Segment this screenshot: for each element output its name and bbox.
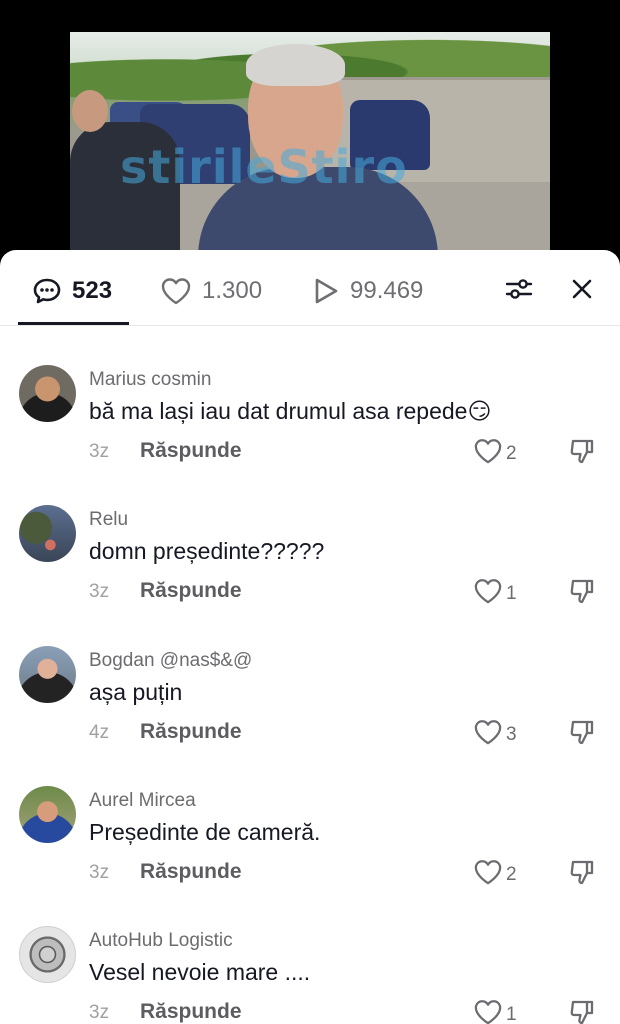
comment-text: așa puțin <box>89 679 183 705</box>
comment-text: Vesel nevoie mare .... <box>89 959 311 985</box>
reply-button[interactable]: Răspunde <box>140 860 242 884</box>
like-count: 2 <box>506 443 517 464</box>
dislike-button[interactable] <box>568 998 596 1024</box>
stats-bar: 523 1.300 99.469 <box>0 250 620 326</box>
avatar[interactable] <box>19 505 76 562</box>
video-person-left-head <box>72 90 108 132</box>
sliders-icon <box>504 274 534 309</box>
reply-button[interactable]: Răspunde <box>140 720 242 744</box>
close-button[interactable] <box>565 274 599 308</box>
comment-username[interactable]: Aurel Mircea <box>89 790 196 812</box>
heart-icon <box>160 276 192 306</box>
comment-username[interactable]: AutoHub Logistic <box>89 930 233 952</box>
plays-count: 99.469 <box>350 277 424 304</box>
comment-item: Marius cosmin bă ma lași iau dat drumul … <box>0 365 620 485</box>
avatar[interactable] <box>19 786 76 843</box>
thumbs-down-icon <box>568 720 596 750</box>
heart-icon <box>473 577 503 611</box>
reply-button[interactable]: Răspunde <box>140 1000 242 1024</box>
avatar[interactable] <box>19 646 76 703</box>
comment-text: Președinte de cameră. <box>89 819 321 845</box>
filter-button[interactable] <box>502 274 536 308</box>
heart-icon <box>473 998 503 1024</box>
comment-username[interactable]: Bogdan @nas$&@ <box>89 650 252 672</box>
tab-comments[interactable]: 523 <box>32 274 112 308</box>
like-count: 2 <box>506 864 517 885</box>
reply-button[interactable]: Răspunde <box>140 579 242 603</box>
video-watermark: stirileStiro <box>120 140 408 194</box>
dislike-button[interactable] <box>568 718 596 751</box>
like-button[interactable]: 2 <box>473 858 517 892</box>
thumbs-down-icon <box>568 439 596 469</box>
comment-age: 3z <box>89 1002 110 1023</box>
comment-age: 3z <box>89 862 110 883</box>
avatar[interactable] <box>19 926 76 983</box>
video-area: stirileStiro <box>0 0 620 270</box>
thumbs-down-icon <box>568 579 596 609</box>
heart-icon <box>473 858 503 892</box>
heart-icon <box>473 437 503 471</box>
video-person-hair <box>246 44 345 86</box>
like-button[interactable]: 1 <box>473 577 517 611</box>
likes-count: 1.300 <box>202 277 263 304</box>
dislike-button[interactable] <box>568 577 596 610</box>
like-button[interactable]: 3 <box>473 718 517 752</box>
comment-bubble-icon <box>32 276 62 306</box>
like-button[interactable]: 1 <box>473 998 517 1024</box>
like-count: 1 <box>506 1004 517 1024</box>
comment-item: Aurel Mircea Președinte de cameră. 3z Ră… <box>0 786 620 906</box>
avatar[interactable] <box>19 365 76 422</box>
dislike-button[interactable] <box>568 858 596 891</box>
comments-panel: 523 1.300 99.469 Marius cosmin bă ma laș… <box>0 250 620 1024</box>
like-button[interactable]: 2 <box>473 437 517 471</box>
video-thumbnail[interactable]: stirileStiro <box>70 32 550 257</box>
close-icon <box>569 276 595 307</box>
dislike-button[interactable] <box>568 437 596 470</box>
comment-age: 3z <box>89 581 110 602</box>
comment-item: Relu domn președinte????? 3z Răspunde 1 <box>0 505 620 625</box>
thumbs-down-icon <box>568 860 596 890</box>
comment-age: 3z <box>89 441 110 462</box>
comment-text: bă ma lași iau dat drumul asa repede😏 <box>89 398 492 424</box>
heart-icon <box>473 718 503 752</box>
like-count: 1 <box>506 583 517 604</box>
comment-item: AutoHub Logistic Vesel nevoie mare .... … <box>0 926 620 1024</box>
comments-count: 523 <box>72 277 113 304</box>
like-count: 3 <box>506 724 517 745</box>
reply-button[interactable]: Răspunde <box>140 439 242 463</box>
tab-likes[interactable]: 1.300 <box>160 274 262 308</box>
comment-username[interactable]: Relu <box>89 509 128 531</box>
comment-item: Bogdan @nas$&@ așa puțin 4z Răspunde 3 <box>0 646 620 766</box>
active-tab-indicator <box>18 322 129 325</box>
tab-plays[interactable]: 99.469 <box>312 274 423 308</box>
comment-text: domn președinte????? <box>89 538 325 564</box>
comment-username[interactable]: Marius cosmin <box>89 369 211 391</box>
thumbs-down-icon <box>568 1000 596 1024</box>
comment-age: 4z <box>89 722 110 743</box>
play-icon <box>312 276 340 306</box>
